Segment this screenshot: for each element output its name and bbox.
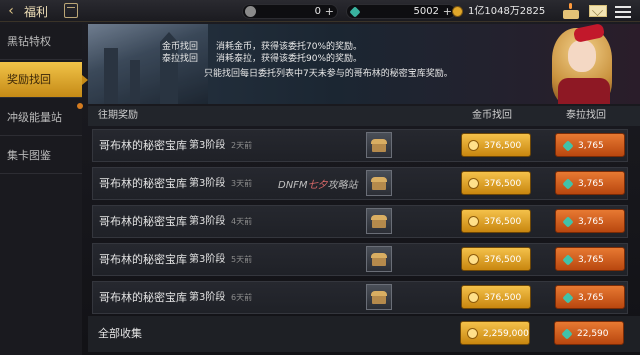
row-stage: 第3阶段 xyxy=(189,140,226,151)
currency-gem-value: 5002 xyxy=(413,6,439,17)
currency-gem: 5002 + xyxy=(346,4,456,19)
mail-icon[interactable] xyxy=(589,5,607,17)
row-days: 6天前 xyxy=(231,293,253,302)
gold-recover-all-button[interactable]: 2,259,000 xyxy=(460,321,530,345)
gem-icon xyxy=(562,254,574,266)
calendar-icon[interactable] xyxy=(64,3,78,18)
sidebar-item-reward-recovery[interactable]: 奖励找回 xyxy=(0,62,88,98)
treasure-chest-icon[interactable] xyxy=(366,284,392,310)
table-row: 哥布林的秘密宝库 第3阶段 4天前 376,500 3,765 xyxy=(92,205,628,238)
gold-recover-button[interactable]: 376,500 xyxy=(461,133,531,157)
sidebar: 黑钻特权 奖励找回 冲级能量站 集卡图鉴 xyxy=(0,24,88,355)
total-label: 全部收集 xyxy=(98,327,142,340)
gem-icon xyxy=(562,178,574,190)
row-days: 4天前 xyxy=(231,217,253,226)
page-title: 福利 xyxy=(24,5,49,19)
table-header: 往期奖励 金币找回 泰拉找回 xyxy=(88,106,640,126)
row-stage: 第3阶段 xyxy=(189,292,226,303)
coin-icon xyxy=(245,6,256,17)
gold-recover-button[interactable]: 376,500 xyxy=(461,171,531,195)
col-header-reward: 往期奖励 xyxy=(98,110,138,121)
add-coin-button[interactable]: + xyxy=(325,5,334,18)
gold-recover-button[interactable]: 376,500 xyxy=(461,285,531,309)
table-row: 哥布林的秘密宝库 第3阶段 2天前 376,500 3,765 xyxy=(92,129,628,162)
tera-recover-all-button[interactable]: 22,590 xyxy=(554,321,624,345)
row-days: 5天前 xyxy=(231,255,253,264)
table-row: 哥布林的秘密宝库 第3阶段 6天前 376,500 3,765 xyxy=(92,281,628,314)
gold-recover-button[interactable]: 376,500 xyxy=(461,209,531,233)
notification-dot xyxy=(77,103,83,109)
col-header-tera: 泰拉找回 xyxy=(566,110,606,121)
row-name: 哥布林的秘密宝库 xyxy=(99,253,187,266)
row-days: 2天前 xyxy=(231,141,253,150)
currency-gold-value: 1亿1048万2825 xyxy=(468,6,546,17)
menu-icon[interactable] xyxy=(614,3,632,19)
gem-icon xyxy=(349,6,361,18)
currency-coin: 0 + xyxy=(242,4,338,19)
gem-icon xyxy=(562,216,574,228)
banner-desc-gold: 消耗金币，获得该委托70%的奖励。 xyxy=(216,42,363,52)
tera-recover-button[interactable]: 3,765 xyxy=(555,209,625,233)
col-header-gold: 金币找回 xyxy=(472,110,512,121)
character-portrait xyxy=(528,24,640,104)
banner-note: 只能找回每日委托列表中7天未参与的哥布林的秘密宝库奖励。 xyxy=(204,69,453,79)
gold-icon xyxy=(468,140,479,151)
sidebar-item-card-collection[interactable]: 集卡图鉴 xyxy=(0,138,82,174)
gold-icon xyxy=(468,292,479,303)
gold-icon xyxy=(467,328,478,339)
tera-recover-button[interactable]: 3,765 xyxy=(555,171,625,195)
event-cake-icon[interactable] xyxy=(562,3,580,19)
gold-icon xyxy=(468,216,479,227)
banner-tag-gold: 金币找回 xyxy=(162,42,199,52)
currency-gold: 1亿1048万2825 xyxy=(452,4,556,19)
table-row: 哥布林的秘密宝库 第3阶段 3天前 376,500 3,765 xyxy=(92,167,628,200)
total-row: 全部收集 2,259,000 22,590 xyxy=(88,316,640,352)
gold-icon xyxy=(452,6,463,17)
gold-recover-button[interactable]: 376,500 xyxy=(461,247,531,271)
treasure-chest-icon[interactable] xyxy=(366,246,392,272)
treasure-chest-icon[interactable] xyxy=(366,132,392,158)
table-row: 哥布林的秘密宝库 第3阶段 5天前 376,500 3,765 xyxy=(92,243,628,276)
watermark: DNFM七夕攻略站 xyxy=(278,180,358,191)
add-gem-button[interactable]: + xyxy=(443,5,452,18)
info-banner: 金币找回 泰拉找回 消耗金币，获得该委托70%的奖励。 消耗泰拉，获得该委托90… xyxy=(88,24,640,104)
row-stage: 第3阶段 xyxy=(189,254,226,265)
row-name: 哥布林的秘密宝库 xyxy=(99,291,187,304)
tera-recover-button[interactable]: 3,765 xyxy=(555,285,625,309)
sidebar-item-level-energy[interactable]: 冲级能量站 xyxy=(0,100,82,136)
row-stage: 第3阶段 xyxy=(189,178,226,189)
currency-coin-value: 0 xyxy=(314,6,321,17)
row-days: 3天前 xyxy=(231,179,253,188)
sidebar-item-black-diamond[interactable]: 黑钻特权 xyxy=(0,24,82,60)
back-arrow-icon[interactable]: ‹ xyxy=(2,2,20,20)
treasure-chest-icon[interactable] xyxy=(366,208,392,234)
tera-recover-button[interactable]: 3,765 xyxy=(555,247,625,271)
gem-icon xyxy=(561,328,573,340)
treasure-chest-icon[interactable] xyxy=(366,170,392,196)
top-bar: ‹ 福利 0 + 5002 + 1亿1048万2825 xyxy=(0,0,640,22)
gold-icon xyxy=(468,254,479,265)
tera-recover-button[interactable]: 3,765 xyxy=(555,133,625,157)
banner-desc-tera: 消耗泰拉，获得该委托90%的奖励。 xyxy=(216,54,363,64)
gem-icon xyxy=(562,140,574,152)
row-name: 哥布林的秘密宝库 xyxy=(99,177,187,190)
row-name: 哥布林的秘密宝库 xyxy=(99,139,187,152)
gold-icon xyxy=(468,178,479,189)
row-name: 哥布林的秘密宝库 xyxy=(99,215,187,228)
row-stage: 第3阶段 xyxy=(189,216,226,227)
app-root: ‹ 福利 0 + 5002 + 1亿1048万2825 黑钻特权 奖励找回 冲级… xyxy=(0,0,640,355)
gem-icon xyxy=(562,292,574,304)
banner-tag-tera: 泰拉找回 xyxy=(162,54,199,64)
